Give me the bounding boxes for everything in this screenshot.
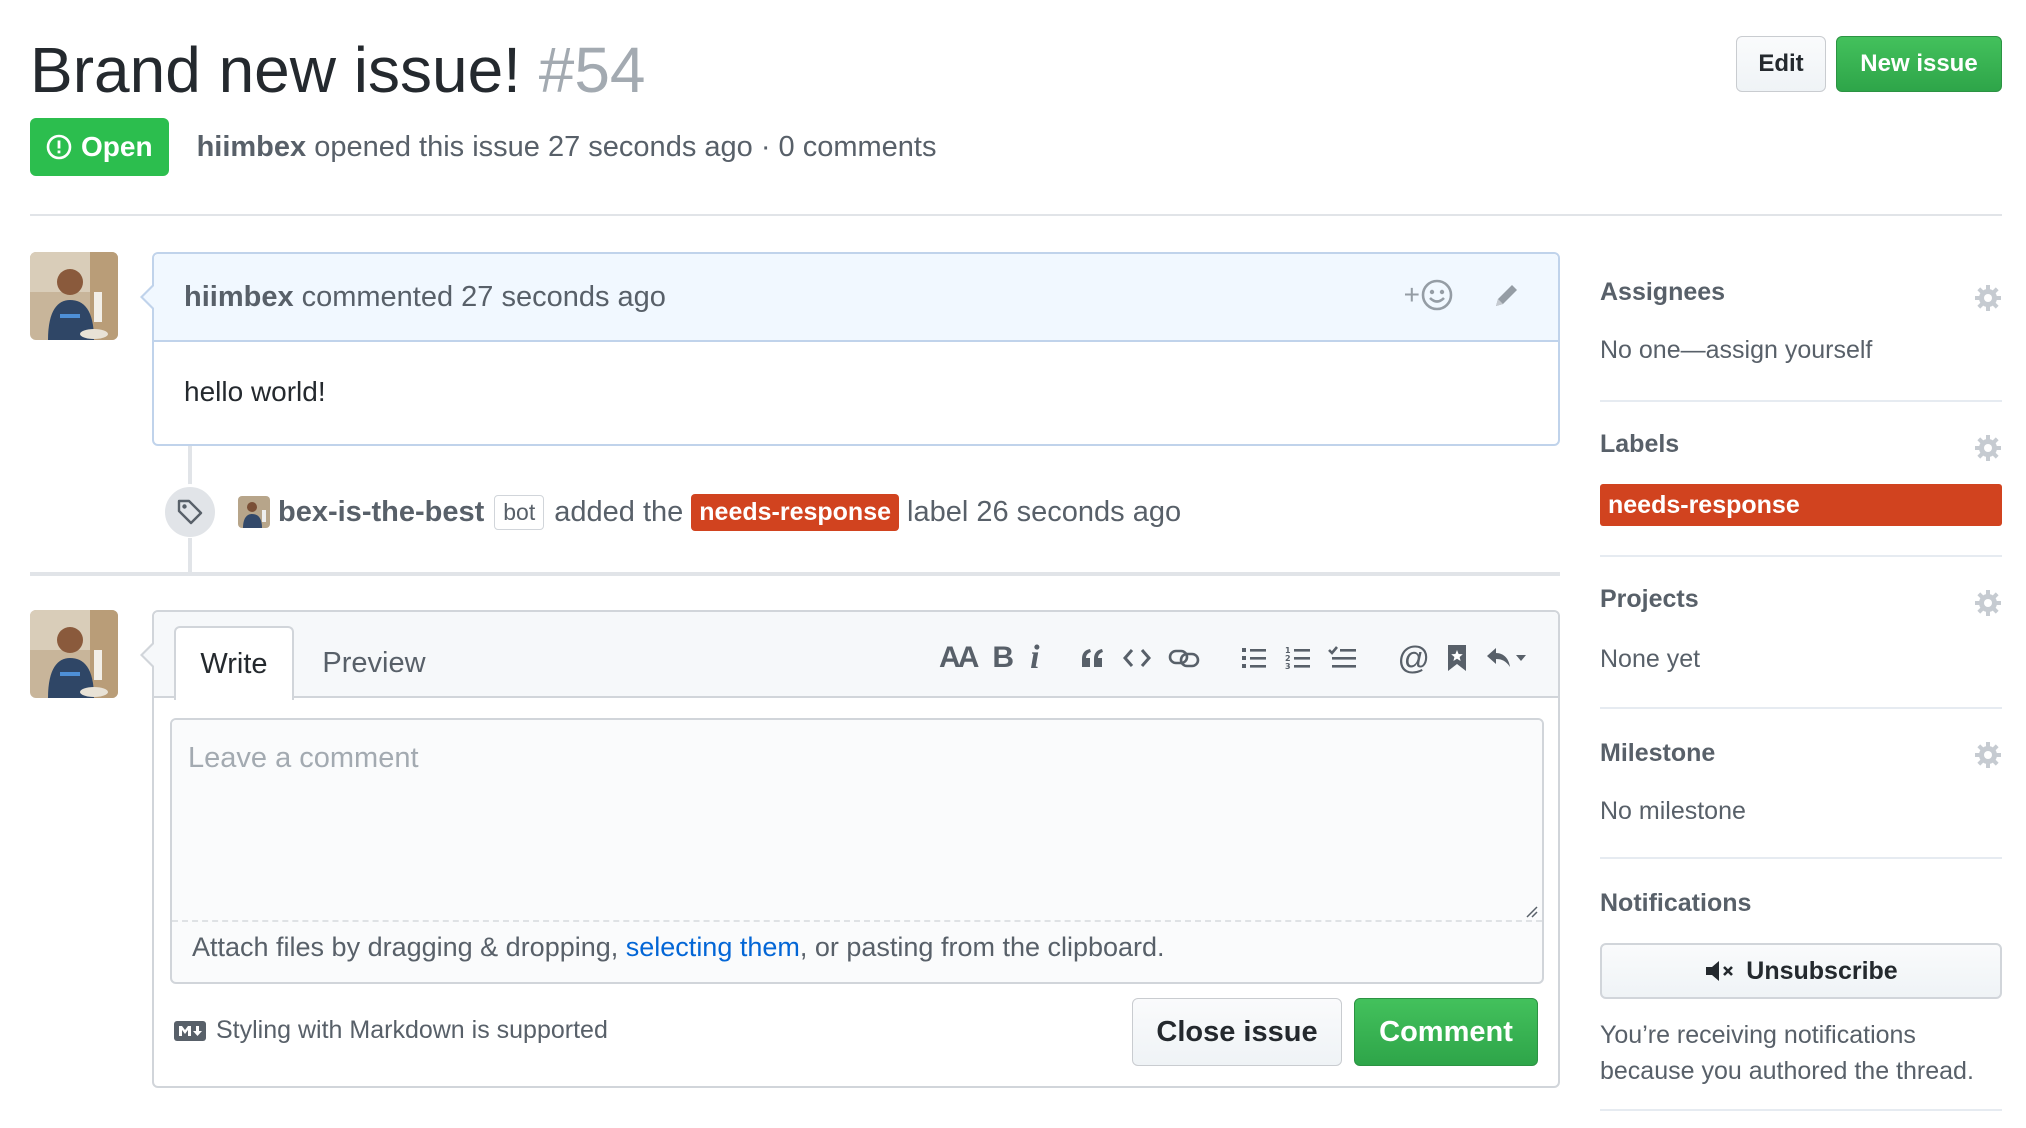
gear-icon[interactable] (1974, 434, 2002, 462)
select-files-link[interactable]: selecting them (626, 932, 800, 962)
new-issue-button[interactable]: New issue (1836, 36, 2002, 92)
comment-textarea[interactable] (172, 720, 1542, 922)
issue-header: Brand new issue! #54 Edit New issue (30, 28, 2002, 112)
projects-heading[interactable]: Projects (1600, 585, 1699, 614)
projects-value: None yet (1600, 645, 1701, 673)
issue-opened-icon (46, 134, 72, 160)
labels-heading[interactable]: Labels (1600, 430, 1679, 459)
markdown-icon (174, 1020, 206, 1041)
avatar[interactable] (30, 252, 118, 340)
gear-icon[interactable] (1974, 284, 2002, 312)
pencil-icon[interactable] (1492, 280, 1522, 310)
comment-editor: Attach files by dragging & dropping, sel… (170, 718, 1544, 984)
timeline-line (188, 538, 192, 574)
notifications-heading: Notifications (1600, 889, 1752, 917)
list-group: 123 (1240, 636, 1358, 680)
reply-icon[interactable] (1484, 636, 1528, 680)
link-icon[interactable] (1168, 636, 1200, 680)
misc-group: @ (1398, 636, 1528, 680)
svg-text:3: 3 (1285, 662, 1291, 671)
edit-button[interactable]: Edit (1736, 36, 1826, 92)
issue-meta-detail: opened this issue 27 seconds ago · 0 com… (314, 130, 937, 163)
milestone-value: No milestone (1600, 797, 1746, 825)
markdown-toolbar: AA B i 123 @ (939, 636, 1528, 680)
add-reaction-button[interactable]: + (1404, 278, 1454, 312)
drop-hint-before: Attach files by dragging & dropping, (192, 932, 626, 962)
issue-title: Brand new issue! #54 (30, 28, 646, 112)
code-icon[interactable] (1122, 636, 1152, 680)
sidebar-assignees: Assignees No one—assign yourself (1600, 252, 2002, 402)
tab-write[interactable]: Write (174, 626, 294, 700)
sidebar-projects: Projects None yet (1600, 557, 2002, 709)
unordered-list-icon[interactable] (1240, 636, 1268, 680)
sidebar-labels: Labels needs-response (1600, 402, 2002, 557)
markdown-hint-text: Styling with Markdown is supported (216, 1016, 608, 1044)
sidebar-milestone: Milestone No milestone (1600, 709, 2002, 859)
timeline-divider (30, 572, 1560, 576)
milestone-heading[interactable]: Milestone (1600, 739, 1715, 768)
issue-title-text: Brand new issue! (30, 34, 521, 106)
event-text: bex-is-the-best bot added the needs-resp… (278, 493, 1182, 531)
file-drop-hint[interactable]: Attach files by dragging & dropping, sel… (192, 932, 1165, 963)
tag-icon (162, 484, 218, 540)
comment-header: hiimbex commented 27 seconds ago + (154, 254, 1558, 342)
event-text-after: label 26 seconds ago (907, 495, 1182, 528)
markdown-hint[interactable]: Styling with Markdown is supported (174, 1016, 608, 1045)
unsubscribe-button[interactable]: Unsubscribe (1600, 943, 2002, 999)
issue-meta-text: hiimbex opened this issue 27 seconds ago… (197, 131, 937, 164)
mute-icon (1704, 958, 1736, 984)
avatar[interactable] (30, 610, 118, 698)
tab-preview[interactable]: Preview (304, 626, 444, 700)
gear-icon[interactable] (1974, 589, 2002, 617)
quote-icon[interactable] (1080, 636, 1106, 680)
event-text-before: added the (554, 495, 684, 528)
comment-composer: Write Preview AA B i 1 2 3 @ Leave a com… (140, 610, 1560, 1088)
label-event: bex-is-the-best bot added the needs-resp… (162, 484, 1181, 540)
timeline-line (188, 446, 192, 486)
resize-grip-icon[interactable] (1524, 904, 1538, 918)
comment-box: hiimbex commented 27 seconds ago + hello… (140, 252, 1560, 446)
bot-badge: bot (494, 494, 545, 530)
reaction-plus: + (1403, 279, 1420, 310)
text-format-group: AA B i (939, 636, 1039, 680)
sidebar-label-pill[interactable]: needs-response (1600, 484, 2002, 526)
issue-sidebar: Assignees No one—assign yourself Labels … (1600, 252, 2002, 1111)
event-actor-link[interactable]: bex-is-the-best (278, 496, 484, 529)
notification-reason: You’re receiving notifications because y… (1600, 1021, 1974, 1085)
mention-button[interactable]: @ (1398, 636, 1430, 680)
bot-avatar[interactable] (238, 496, 270, 528)
comment-button[interactable]: Comment (1354, 998, 1538, 1066)
task-list-icon[interactable] (1327, 636, 1358, 680)
insert-group (1080, 636, 1200, 680)
composer-header: Write Preview AA B i 1 2 3 @ (154, 612, 1558, 700)
comment-author-link[interactable]: hiimbex (184, 281, 294, 314)
gear-icon[interactable] (1974, 741, 2002, 769)
sidebar-notifications: Notifications Unsubscribe You’re receivi… (1600, 859, 2002, 1111)
italic-button[interactable]: i (1030, 636, 1039, 680)
bold-button[interactable]: B (992, 636, 1014, 680)
assignees-heading[interactable]: Assignees (1600, 278, 1725, 307)
event-label-pill[interactable]: needs-response (691, 493, 900, 531)
ordered-list-icon[interactable]: 123 (1284, 636, 1312, 680)
comment-body: hello world! (184, 376, 326, 407)
issue-number: #54 (538, 34, 646, 106)
comment-timestamp: commented 27 seconds ago (301, 280, 666, 313)
comment-actions: + (1404, 278, 1522, 312)
state-label: Open (81, 131, 153, 162)
smiley-icon (1420, 278, 1454, 312)
header-divider (30, 214, 2002, 216)
unsubscribe-label: Unsubscribe (1746, 956, 1898, 985)
state-badge: Open (30, 118, 169, 176)
header-text-button[interactable]: AA (939, 636, 979, 680)
issue-author-link[interactable]: hiimbex (197, 131, 307, 163)
close-issue-button[interactable]: Close issue (1132, 998, 1342, 1066)
drop-hint-after: , or pasting from the clipboard. (799, 932, 1165, 962)
issue-meta: Open hiimbex opened this issue 27 second… (30, 118, 936, 176)
bookmark-icon[interactable] (1446, 636, 1468, 680)
assignees-value[interactable]: No one—assign yourself (1600, 336, 1872, 365)
